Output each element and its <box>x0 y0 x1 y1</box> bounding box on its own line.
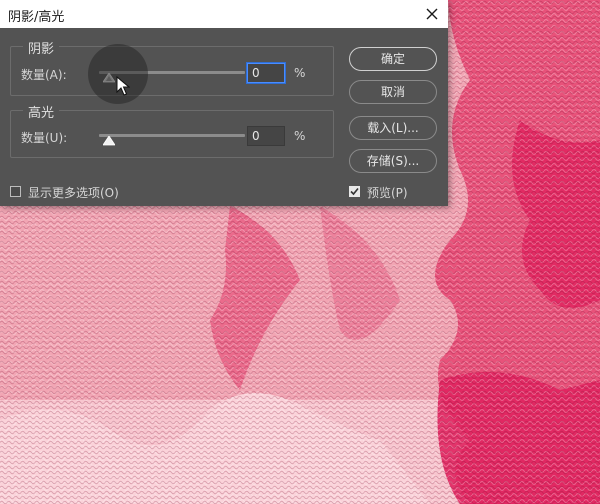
cancel-button[interactable]: 取消 <box>349 80 437 104</box>
ok-button[interactable]: 确定 <box>349 47 437 71</box>
highlights-amount-input[interactable] <box>247 126 285 146</box>
slider-thumb-icon[interactable] <box>103 73 115 83</box>
dialog-title: 阴影/高光 <box>8 10 65 25</box>
shadows-amount-slider[interactable] <box>99 71 245 83</box>
save-button[interactable]: 存储(S)... <box>349 149 437 173</box>
highlights-amount-label: 数量(U): <box>21 131 68 145</box>
highlights-percent-unit: % <box>294 129 306 143</box>
shadows-group: 阴影 数量(A): % <box>10 38 334 96</box>
shadows-highlights-dialog: 阴影/高光 阴影 数量(A): % 高光 数量(U): % <box>0 0 448 206</box>
highlights-amount-slider[interactable] <box>99 134 245 146</box>
close-icon <box>426 8 438 20</box>
show-more-options-label[interactable]: 显示更多选项(O) <box>28 184 119 201</box>
preview-label[interactable]: 预览(P) <box>367 184 408 201</box>
show-more-options-checkbox[interactable] <box>10 186 21 197</box>
highlights-group: 高光 数量(U): % <box>10 102 334 158</box>
load-button[interactable]: 载入(L)... <box>349 116 437 140</box>
shadows-legend: 阴影 <box>23 38 60 57</box>
shadows-percent-unit: % <box>294 66 306 80</box>
slider-thumb-icon[interactable] <box>103 136 115 146</box>
dialog-titlebar[interactable]: 阴影/高光 <box>0 0 448 28</box>
shadows-amount-input[interactable] <box>247 63 285 83</box>
shadows-amount-label: 数量(A): <box>21 68 67 82</box>
close-button[interactable] <box>420 2 444 26</box>
checkmark-icon <box>350 187 359 196</box>
highlights-legend: 高光 <box>23 102 60 121</box>
preview-checkbox[interactable] <box>349 186 360 197</box>
